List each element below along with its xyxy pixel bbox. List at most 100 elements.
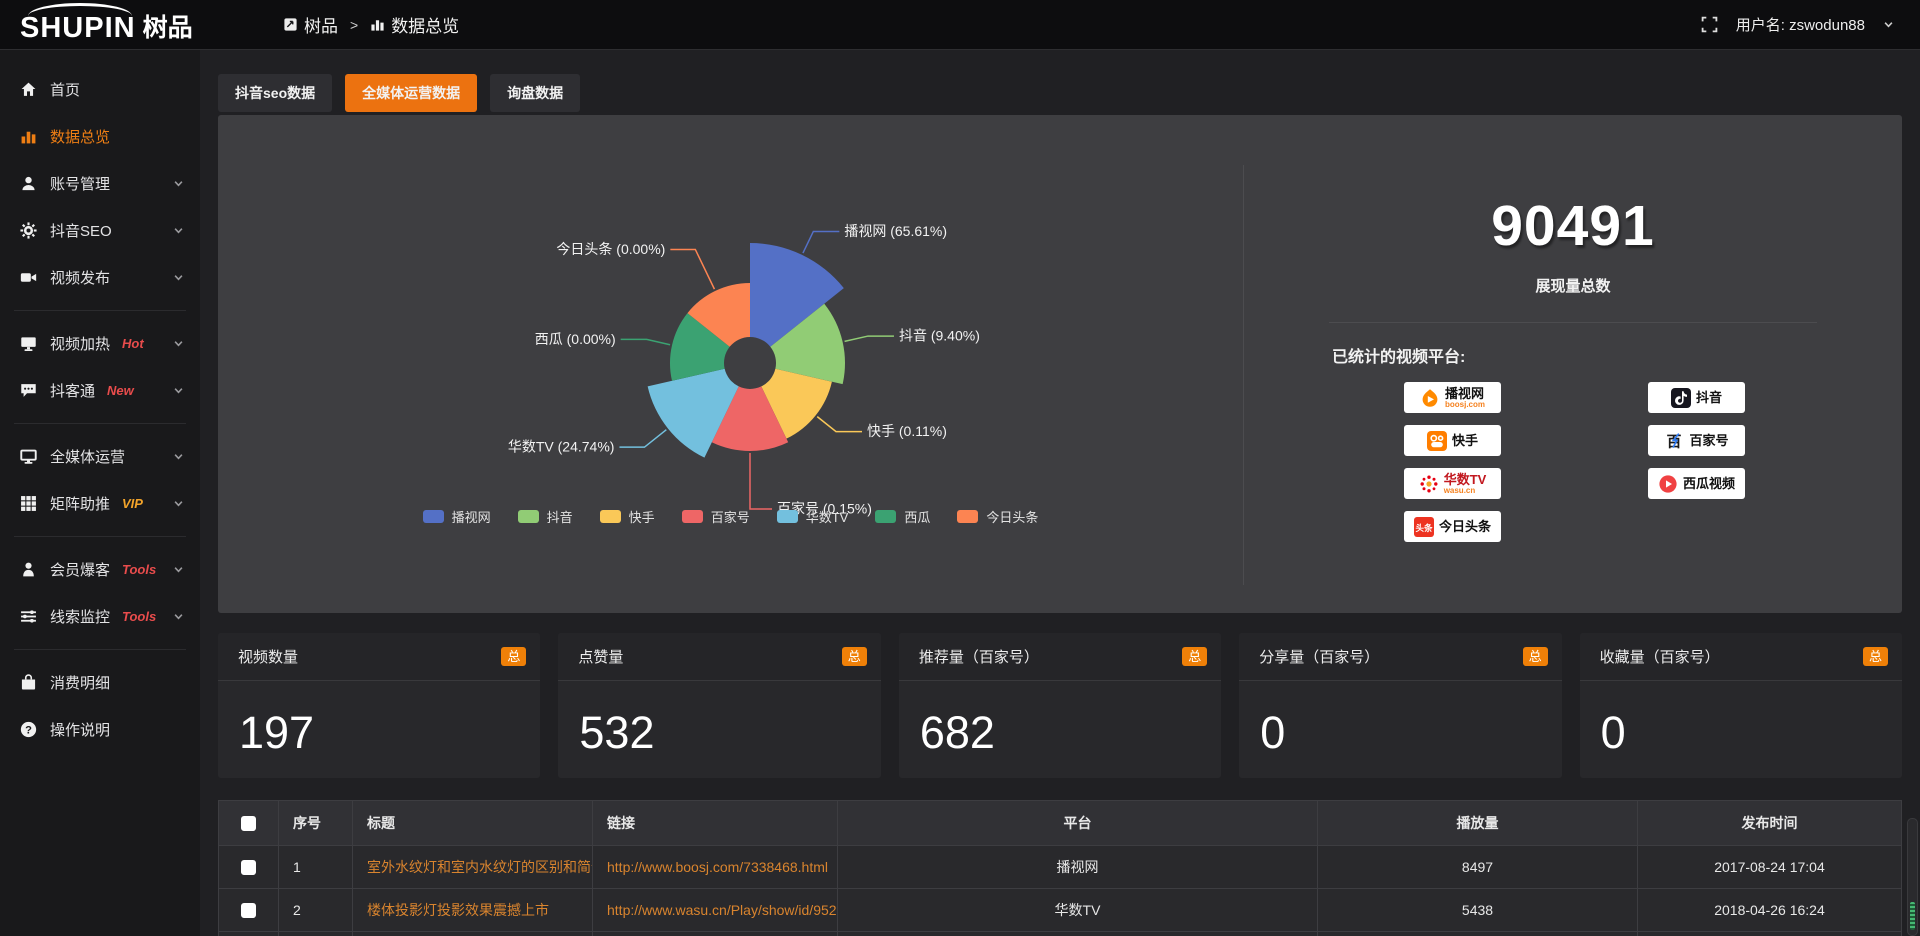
row-platform: 华数TV [838, 889, 1318, 931]
chevron-down-icon[interactable] [173, 385, 184, 396]
stat-card-分享量（百家号）: 分享量（百家号） 总 0 [1239, 633, 1561, 778]
header-index: 序号 [279, 801, 353, 845]
stat-card-value: 0 [1580, 681, 1902, 759]
row-index: 2 [279, 889, 353, 931]
tab-询盘数据[interactable]: 询盘数据 [490, 74, 580, 112]
breadcrumb-root[interactable]: 树品 [283, 12, 338, 37]
chevron-down-icon[interactable] [173, 564, 184, 575]
row-plays: 8497 [1318, 846, 1638, 888]
grid-icon [20, 495, 37, 512]
username-label[interactable]: 用户名: zswodun88 [1736, 14, 1865, 35]
chevron-down-icon[interactable] [173, 178, 184, 189]
legend-item-今日头条[interactable]: 今日头条 [957, 507, 1038, 526]
row-url-link[interactable]: http://www.wasu.cn/Play/show/id/952... [593, 889, 838, 931]
stat-card-点赞量: 点赞量 总 532 [558, 633, 880, 778]
chevron-down-icon[interactable] [173, 272, 184, 283]
legend-swatch [600, 510, 621, 523]
pie-label-line [803, 231, 839, 253]
video-icon [20, 269, 37, 286]
platforms-title: 已统计的视频平台: [1332, 343, 1465, 367]
platform-name: 播视网 [1445, 387, 1484, 400]
sidebar-item-抖音SEO[interactable]: 抖音SEO [0, 207, 200, 254]
header-checkbox-cell [219, 801, 279, 845]
pie-chart-area: 播视网 (65.61%)抖音 (9.40%)快手 (0.11%)百家号 (0.1… [218, 115, 1243, 613]
sidebar-item-视频发布[interactable]: 视频发布 [0, 254, 200, 301]
tab-全媒体运营数据[interactable]: 全媒体运营数据 [345, 74, 477, 112]
row-checkbox[interactable] [241, 860, 256, 875]
chevron-down-icon[interactable] [173, 338, 184, 349]
platform-badge-百家号: 百百家号 [1648, 425, 1745, 456]
legend-swatch [423, 510, 444, 523]
sidebar-item-线索监控[interactable]: 线索监控Tools [0, 593, 200, 640]
sidebar-item-首页[interactable]: 首页 [0, 66, 200, 113]
row-platform: 播视网 [838, 846, 1318, 888]
row-publish-time: 2018-04-26 16:24 [1638, 889, 1901, 931]
platform-badge-播视网: 播视网boosj.com [1404, 382, 1501, 413]
platform-subtext: wasu.cn [1444, 487, 1476, 495]
sidebar-item-消费明细[interactable]: 消费明细 [0, 659, 200, 706]
row-title-link[interactable]: 楼体投影灯投影效果震撼上市 [353, 889, 593, 931]
header-title: 标题 [353, 801, 593, 845]
legend-item-快手[interactable]: 快手 [600, 507, 655, 526]
rose-pie-chart[interactable]: 播视网 (65.61%)抖音 (9.40%)快手 (0.11%)百家号 (0.1… [218, 115, 1243, 545]
sidebar-item-全媒体运营[interactable]: 全媒体运营 [0, 433, 200, 480]
legend-item-西瓜[interactable]: 西瓜 [875, 507, 930, 526]
logo-text-cn: 树品 [143, 16, 193, 41]
sidebar: 首页数据总览账号管理抖音SEO视频发布视频加热Hot抖客通New 全媒体运营矩阵助… [0, 50, 200, 936]
row-checkbox[interactable] [241, 903, 256, 918]
monitor-icon [20, 448, 37, 465]
legend-item-百家号[interactable]: 百家号 [682, 507, 750, 526]
stat-card-value: 0 [1239, 681, 1561, 759]
sidebar-item-label: 线索监控 [50, 606, 110, 627]
table-row: 1 室外水纹灯和室内水纹灯的区别和简介 http://www.boosj.com… [219, 846, 1901, 889]
legend-label: 今日头条 [986, 507, 1038, 526]
legend-item-播视网[interactable]: 播视网 [423, 507, 491, 526]
topbar: SHUPIN 树品 树品 > 数据总览 用户名: zswodun88 [0, 0, 1920, 50]
chevron-down-icon[interactable] [173, 611, 184, 622]
sidebar-item-badge: Hot [122, 336, 144, 351]
legend-swatch [777, 510, 798, 523]
row-title-link[interactable] [353, 932, 593, 936]
fullscreen-icon[interactable] [1701, 16, 1718, 33]
sidebar-item-账号管理[interactable]: 账号管理 [0, 160, 200, 207]
stat-card-label: 点赞量 [578, 646, 623, 667]
pie-label-line [621, 339, 670, 344]
sidebar-item-抖客通[interactable]: 抖客通New [0, 367, 200, 414]
home-icon [20, 81, 37, 98]
sidebar-item-会员爆客[interactable]: 会员爆客Tools [0, 546, 200, 593]
gear-icon [20, 222, 37, 239]
legend-swatch [957, 510, 978, 523]
row-platform [838, 932, 1318, 936]
sidebar-item-矩阵助推[interactable]: 矩阵助推VIP [0, 480, 200, 527]
sidebar-item-label: 首页 [50, 79, 80, 100]
legend-item-抖音[interactable]: 抖音 [518, 507, 573, 526]
row-title-link[interactable]: 室外水纹灯和室内水纹灯的区别和简介 [353, 846, 593, 888]
row-url-link[interactable]: http://www.boosj.com/7338468.html [593, 846, 838, 888]
sidebar-item-badge: Tools [122, 562, 156, 577]
sidebar-item-label: 账号管理 [50, 173, 110, 194]
platform-name: 百家号 [1689, 434, 1728, 447]
pie-label-line [817, 417, 862, 432]
user-icon [20, 175, 37, 192]
chevron-down-icon[interactable] [173, 451, 184, 462]
sidebar-item-操作说明[interactable]: ?操作说明 [0, 706, 200, 753]
scrollbar-track[interactable] [1907, 818, 1918, 936]
doc-icon [283, 17, 298, 32]
breadcrumb-separator: > [350, 17, 358, 33]
boosj-logo-icon [1420, 388, 1440, 408]
data-tabs: 抖音seo数据全媒体运营数据询盘数据 [218, 74, 580, 112]
platform-badge-抖音: 抖音 [1648, 382, 1745, 413]
chevron-down-icon[interactable] [173, 225, 184, 236]
chevron-down-icon[interactable] [173, 498, 184, 509]
row-url-link[interactable] [593, 932, 838, 936]
chevron-down-icon[interactable] [1883, 19, 1894, 30]
legend-item-华数TV[interactable]: 华数TV [777, 507, 849, 526]
sidebar-item-数据总览[interactable]: 数据总览 [0, 113, 200, 160]
sidebar-item-视频加热[interactable]: 视频加热Hot [0, 320, 200, 367]
scrollbar-thumb[interactable] [1910, 902, 1915, 930]
breadcrumb-current[interactable]: 数据总览 [370, 12, 459, 37]
row-checkbox-cell [219, 932, 279, 936]
select-all-checkbox[interactable] [241, 816, 256, 831]
tab-抖音seo数据[interactable]: 抖音seo数据 [218, 74, 332, 112]
stat-card-label: 收藏量（百家号） [1600, 646, 1720, 667]
